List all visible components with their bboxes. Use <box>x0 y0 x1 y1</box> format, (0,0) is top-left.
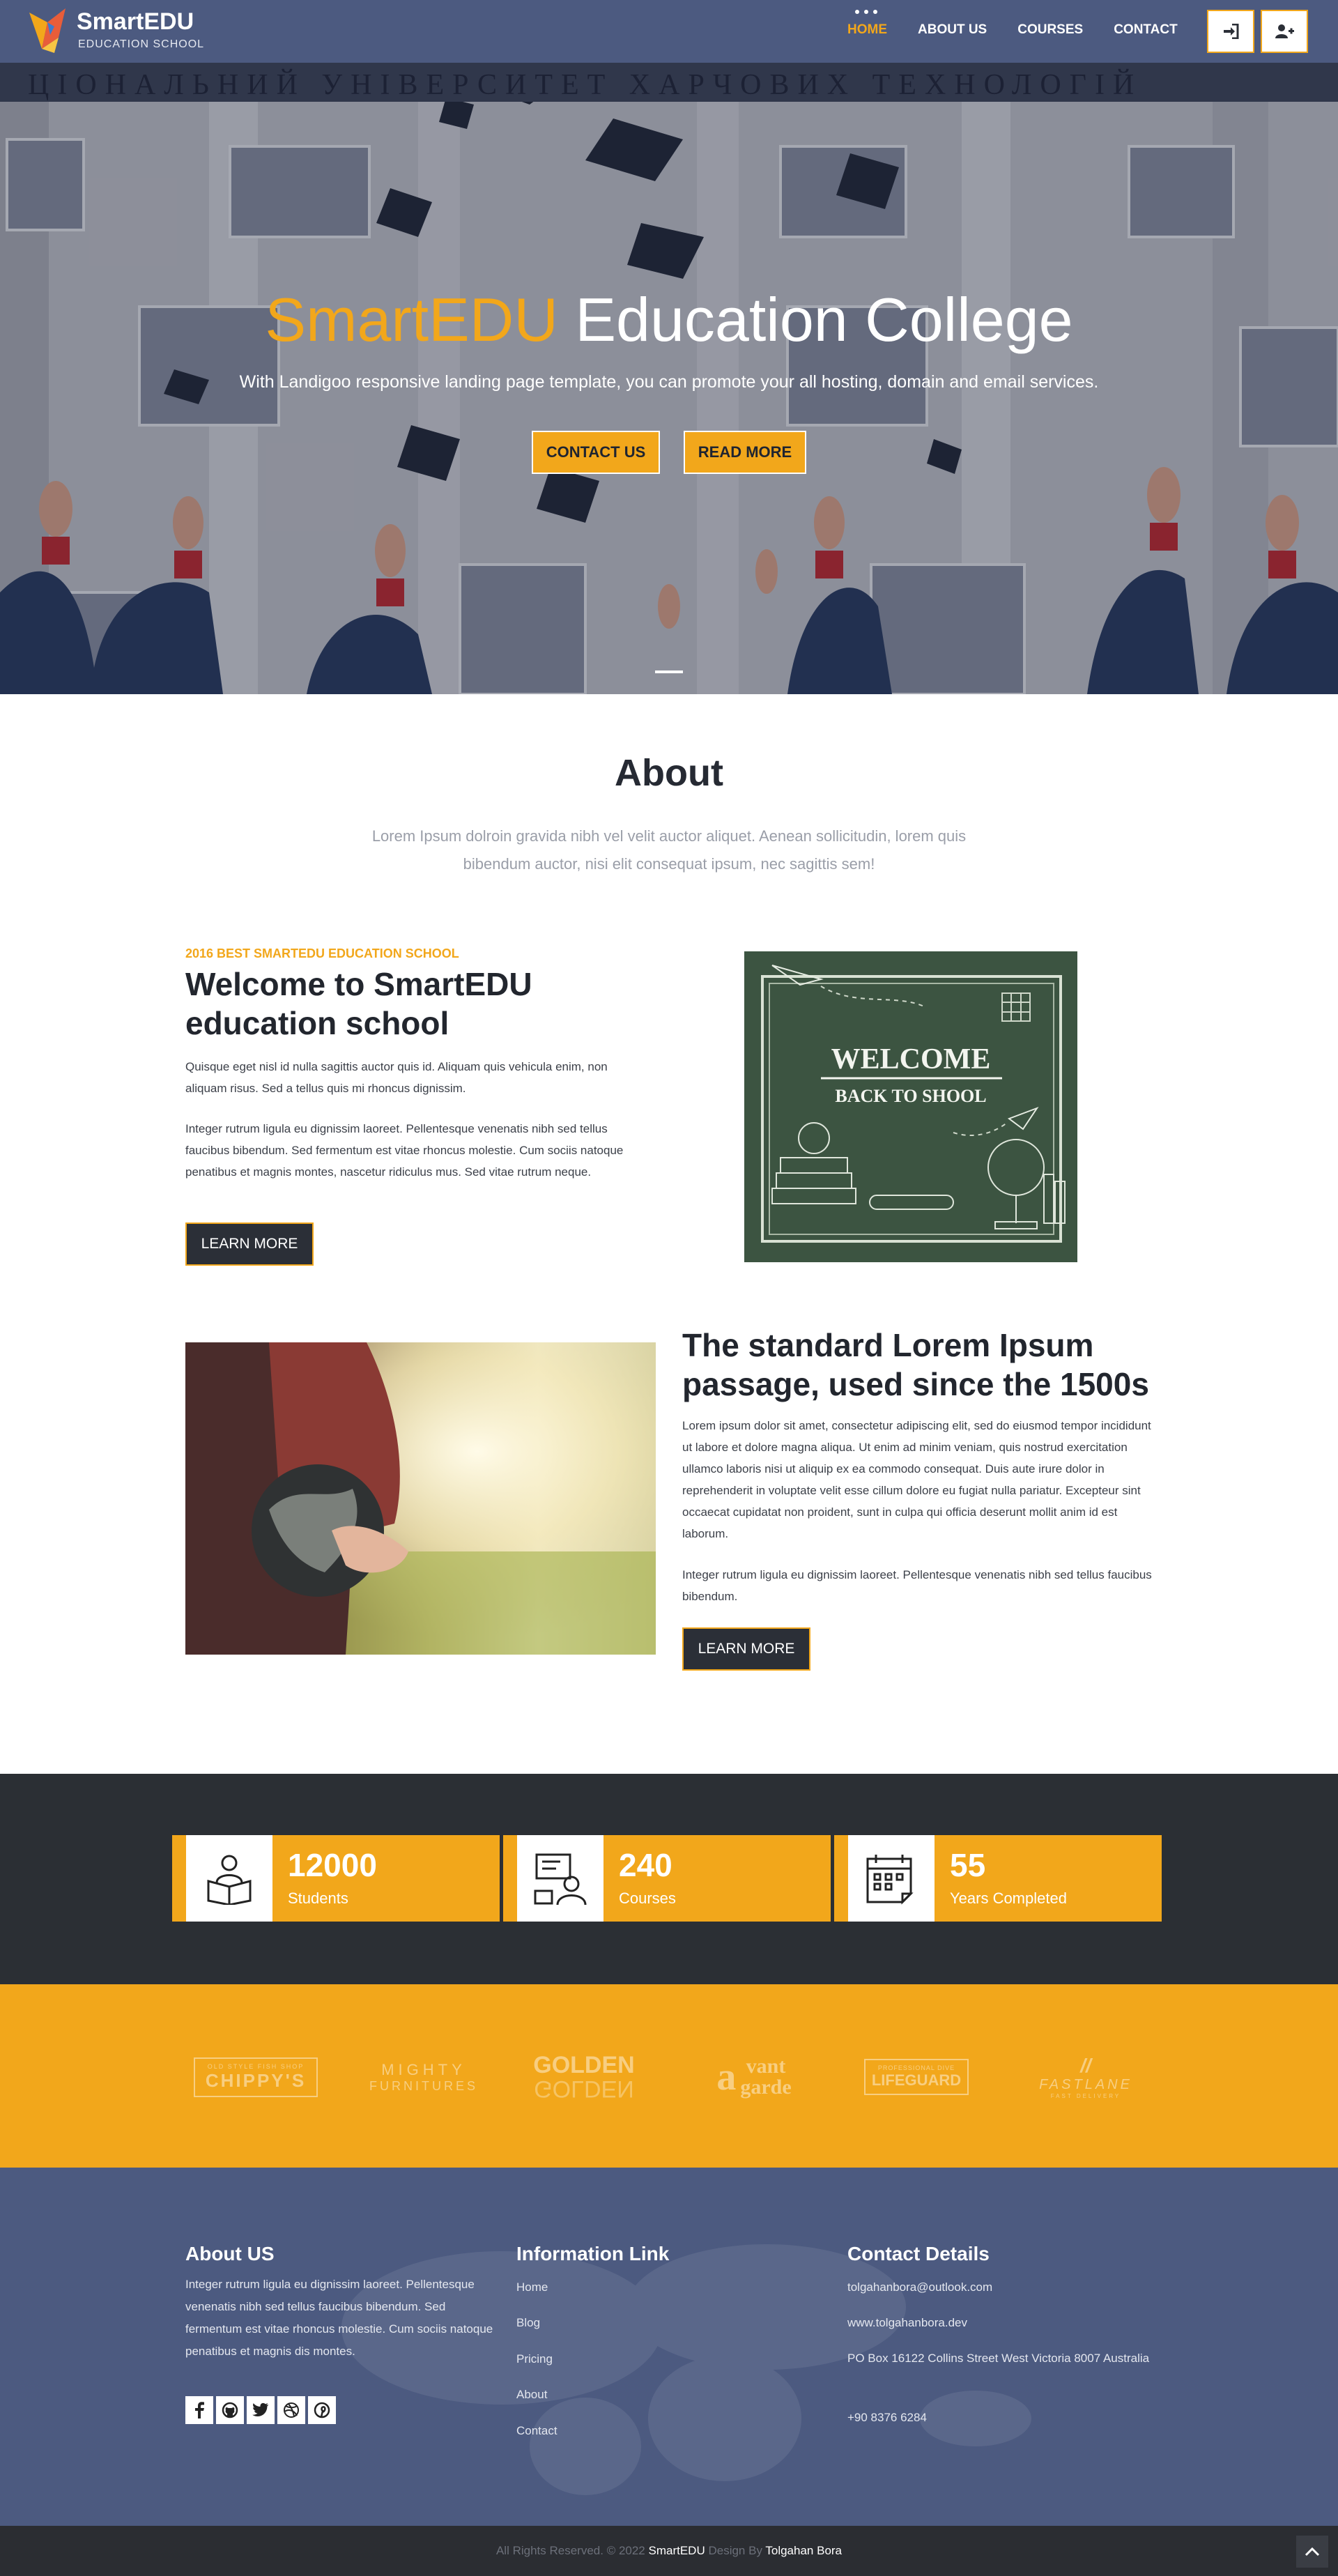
vant-line2: garde <box>740 2076 792 2099</box>
copyright-text: All Rights Reserved. © 2022 SmartEDU Des… <box>0 2544 1338 2558</box>
top-navbar: SmartEDU EDUCATION SCHOOL HOME ABOUT US … <box>0 0 1338 63</box>
student-reading-icon <box>186 1835 272 1922</box>
nav-home[interactable]: HOME <box>847 22 887 39</box>
nav-courses[interactable]: COURSES <box>1017 22 1083 39</box>
facebook-icon <box>195 2402 204 2418</box>
footer-link-about[interactable]: About <box>516 2388 547 2402</box>
partner-logo-golden[interactable]: GOLDEN GOLDEN <box>531 2049 637 2105</box>
globe-student-image <box>185 1342 656 1655</box>
facebook-link[interactable] <box>185 2396 213 2424</box>
globe-photo <box>185 1342 656 1655</box>
footer-link-contact[interactable]: Contact <box>516 2424 558 2438</box>
footer-about-title: About US <box>185 2243 275 2264</box>
footer-about-text: Integer rutrum ligula eu dignissim laore… <box>185 2278 493 2358</box>
golden-line1: GOLDEN <box>533 2052 635 2078</box>
nav-contact[interactable]: CONTACT <box>1114 22 1177 39</box>
golden-line2: GOLDEN <box>534 2076 634 2102</box>
partner-logo-chippys[interactable]: OLD STYLE FISH SHOP CHIPPY'S <box>194 2049 318 2105</box>
teacher-board-icon <box>517 1835 603 1922</box>
mighty-line2: FURNITURES <box>369 2078 478 2093</box>
sign-in-icon <box>1224 24 1239 39</box>
award-kicker: 2016 BEST SMARTEDU EDUCATION SCHOOL <box>185 946 459 960</box>
twitter-icon <box>252 2402 268 2416</box>
welcome-paragraph-1: Quisque eget nisl id nulla sagittis auct… <box>185 1060 608 1095</box>
slider-indicator[interactable] <box>655 670 683 673</box>
footer-links-title: Information Link <box>516 2243 670 2264</box>
stat-courses-label: Courses <box>619 1889 676 1907</box>
active-nav-dots <box>855 10 877 14</box>
login-button[interactable] <box>1207 10 1254 53</box>
copyright-author[interactable]: Tolgahan Bora <box>765 2544 842 2557</box>
stat-students: 12000 Students <box>172 1835 500 1922</box>
lifeguard-main: LIFEGUARD <box>871 2071 962 2089</box>
footer-website[interactable]: www.tolgahanbora.dev <box>847 2316 967 2330</box>
standard-title: The standard Lorem Ipsum passage, used s… <box>682 1327 1149 1402</box>
chippys-small: OLD STYLE FISH SHOP <box>207 2062 305 2070</box>
chevron-up-icon <box>1305 2547 1320 2556</box>
contact-us-button[interactable]: CONTACT US <box>532 431 660 474</box>
partner-logo-fastlane[interactable]: // FASTLANE FAST DELIVERY <box>1037 2049 1135 2105</box>
nav-about-us[interactable]: ABOUT US <box>918 22 987 39</box>
vant-line1: vant <box>746 2055 786 2078</box>
twitter-link[interactable] <box>247 2396 275 2424</box>
board-line-2: BACK TO SHOOL <box>835 1086 986 1106</box>
dribbble-icon <box>284 2402 299 2418</box>
main-nav: HOME ABOUT US COURSES CONTACT <box>847 22 1208 39</box>
learn-more-button[interactable]: LEARN MORE <box>185 1222 314 1266</box>
stat-courses: 240 Courses <box>503 1835 831 1922</box>
footer-link-pricing[interactable]: Pricing <box>516 2352 553 2366</box>
footer-link-blog[interactable]: Blog <box>516 2316 540 2330</box>
partner-logo-vantgarde[interactable]: a vant garde <box>694 2049 814 2105</box>
mighty-line1: MIGHTY <box>381 2060 466 2078</box>
partner-logo-lifeguard[interactable]: PROFESSIONAL DIVE LIFEGUARD <box>864 2049 969 2105</box>
stat-students-label: Students <box>288 1889 348 1907</box>
board-line-1: WELCOME <box>831 1043 991 1075</box>
chippys-main: CHIPPY'S <box>205 2069 307 2091</box>
stat-years-value: 55 <box>950 1847 986 1883</box>
pinterest-icon <box>314 2402 330 2418</box>
fastlane-small: FAST DELIVERY <box>1050 2093 1121 2099</box>
dribbble-link[interactable] <box>277 2396 305 2424</box>
stat-courses-value: 240 <box>619 1847 672 1883</box>
hero-title-accent: SmartEDU <box>265 285 558 354</box>
footer-contact-title: Contact Details <box>847 2243 990 2264</box>
about-description: Lorem Ipsum dolroin gravida nibh vel vel… <box>371 827 967 873</box>
standard-paragraph-1: Lorem ipsum dolor sit amet, consectetur … <box>682 1419 1151 1540</box>
welcome-paragraph-2: Integer rutrum ligula eu dignissim laore… <box>185 1122 624 1179</box>
chalkboard-drawing: WELCOME BACK TO SHOOL <box>761 965 1066 1243</box>
calendar-icon <box>848 1835 935 1922</box>
lifeguard-small: PROFESSIONAL DIVE <box>877 2064 955 2071</box>
github-icon <box>222 2402 238 2418</box>
copyright-prefix: All Rights Reserved. © 2022 <box>495 2544 645 2557</box>
github-link[interactable] <box>216 2396 244 2424</box>
about-title: About <box>615 752 723 794</box>
footer-address: PO Box 16122 Collins Street West Victori… <box>847 2352 1150 2365</box>
hero-title-rest: Education College <box>575 285 1073 354</box>
brand-name[interactable]: SmartEDU <box>77 8 194 36</box>
hero-section: ЦІОНАЛЬНИЙ УНІВЕРСИТЕТ ХАРЧОВИХ ТЕХНОЛОГ… <box>0 0 1338 694</box>
hero-title: SmartEDU Education College <box>0 284 1338 355</box>
fastlane-main: FASTLANE <box>1039 2077 1132 2092</box>
stat-years: 55 Years Completed <box>834 1835 1162 1922</box>
footer-email[interactable]: tolgahanbora@outlook.com <box>847 2280 992 2294</box>
back-to-top-button[interactable] <box>1296 2536 1328 2568</box>
stat-years-label: Years Completed <box>950 1889 1067 1907</box>
user-plus-icon <box>1275 24 1294 38</box>
pinterest-link[interactable] <box>308 2396 336 2424</box>
logo-icon <box>29 8 66 53</box>
copyright-middle: Design By <box>708 2544 762 2557</box>
standard-paragraph-2: Integer rutrum ligula eu dignissim laore… <box>682 1568 1152 1603</box>
partner-logo-mighty[interactable]: MIGHTY FURNITURES <box>367 2049 481 2105</box>
footer-link-home[interactable]: Home <box>516 2280 548 2294</box>
welcome-title: Welcome to SmartEDU education school <box>185 966 532 1041</box>
footer-phone: +90 8376 6284 <box>847 2411 927 2424</box>
read-more-button[interactable]: READ MORE <box>684 431 806 474</box>
hero-subtitle: With Landigoo responsive landing page te… <box>239 372 1099 392</box>
brand-tagline: EDUCATION SCHOOL <box>78 38 205 50</box>
learn-more-button-2[interactable]: LEARN MORE <box>682 1627 810 1671</box>
register-button[interactable] <box>1261 10 1308 53</box>
copyright-brand[interactable]: SmartEDU <box>649 2544 705 2557</box>
stat-students-value: 12000 <box>288 1847 377 1883</box>
welcome-chalkboard-image: WELCOME BACK TO SHOOL <box>744 951 1077 1262</box>
